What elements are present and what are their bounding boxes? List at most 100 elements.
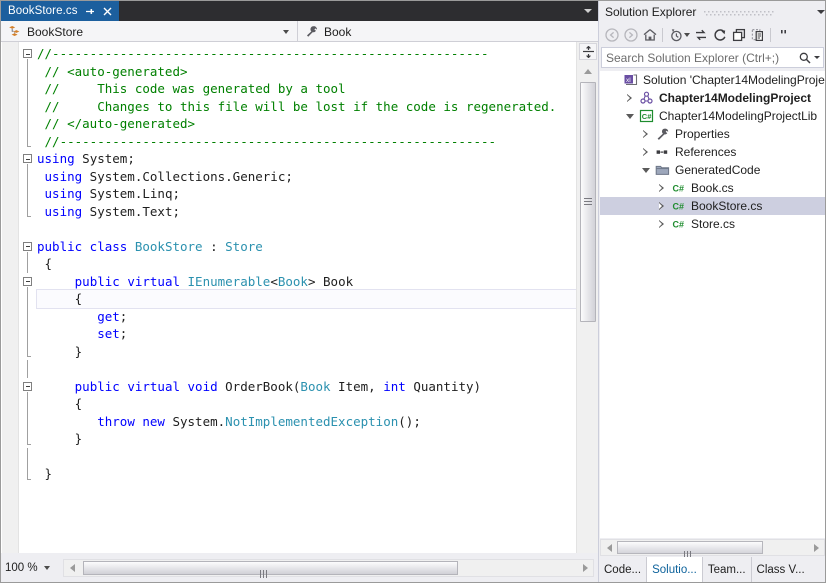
triangle-left-icon xyxy=(606,543,612,552)
tree-item-chapter14modelingproject[interactable]: Chapter14ModelingProject xyxy=(600,89,825,107)
chevron-down-icon[interactable] xyxy=(684,32,690,37)
panel-tab-classv[interactable]: Class V... xyxy=(752,557,810,582)
chevron-right-icon[interactable] xyxy=(654,198,670,214)
code-line[interactable]: // Changes to this file will be lost if … xyxy=(37,98,577,116)
scrollbar-grip xyxy=(584,198,592,205)
code-line[interactable]: // This code was generated by a tool xyxy=(37,80,577,98)
editor-horizontal-scrollbar[interactable] xyxy=(63,558,594,578)
code-line[interactable]: //--------------------------------------… xyxy=(37,133,577,151)
navbar-member-dropdown[interactable]: Book xyxy=(298,21,596,42)
tree-item-chapter14modelingprojectlib[interactable]: C# Chapter14ModelingProjectLib xyxy=(600,107,825,125)
visual-studio-window: BookStore.cs BookStore Book //----------… xyxy=(0,0,826,583)
csharp-project-icon: C# xyxy=(638,108,655,124)
chevron-right-icon[interactable] xyxy=(638,144,654,160)
panel-tab-solutio[interactable]: Solutio... xyxy=(647,557,703,582)
code-line[interactable]: public virtual void OrderBook(Book Item,… xyxy=(37,378,577,396)
outlining-collapse-box[interactable] xyxy=(23,381,32,391)
code-line[interactable] xyxy=(37,448,577,466)
code-line[interactable]: } xyxy=(37,430,577,448)
tree-item-book-cs[interactable]: C# Book.cs xyxy=(600,179,825,197)
search-options-button[interactable] xyxy=(797,49,821,67)
code-token: // Changes to this file will be lost if … xyxy=(37,98,557,114)
code-line[interactable]: // <auto-generated> xyxy=(37,63,577,81)
scroll-left-button[interactable] xyxy=(601,540,617,556)
code-line[interactable]: { xyxy=(37,395,577,413)
tree-item-solution-chapter14modelingproject[interactable]: xl Solution 'Chapter14ModelingProject xyxy=(600,71,825,89)
code-line[interactable]: set; xyxy=(37,325,577,343)
code-line[interactable]: using System.Text; xyxy=(37,203,577,221)
chevron-right-icon[interactable] xyxy=(654,180,670,196)
tree-item-references[interactable]: References xyxy=(600,143,825,161)
chevron-down-icon[interactable] xyxy=(638,162,654,178)
scroll-right-button[interactable] xyxy=(808,540,824,556)
solution-explorer-tree[interactable]: xl Solution 'Chapter14ModelingProject Chap… xyxy=(600,71,825,538)
code-line[interactable]: public virtual IEnumerable<Book> Book xyxy=(37,273,577,291)
close-icon[interactable] xyxy=(101,5,114,18)
panel-drag-handle[interactable] xyxy=(704,7,804,17)
show-all-files-button[interactable] xyxy=(748,25,767,44)
code-token: } xyxy=(37,343,83,359)
chevron-right-icon[interactable] xyxy=(654,216,670,232)
search-input[interactable] xyxy=(606,50,797,65)
code-line[interactable]: // </auto-generated> xyxy=(37,115,577,133)
outlining-collapse-box[interactable] xyxy=(23,49,32,58)
code-line[interactable]: using System.Linq; xyxy=(37,185,577,203)
document-tab-bookstore-cs[interactable]: BookStore.cs xyxy=(1,1,119,21)
navigate-back-button[interactable] xyxy=(602,25,621,44)
editor-outlining-margin[interactable] xyxy=(20,42,37,553)
code-line[interactable]: } xyxy=(37,343,577,361)
code-line[interactable]: get; xyxy=(37,308,577,326)
zoom-level-dropdown[interactable]: 100 % xyxy=(1,558,61,578)
tab-list-dropdown-button[interactable] xyxy=(578,1,598,21)
editor-status-row: 100 % xyxy=(1,553,598,582)
chevron-down-icon[interactable] xyxy=(622,108,638,124)
scroll-right-button[interactable] xyxy=(577,560,593,576)
code-line[interactable]: public class BookStore : Store xyxy=(37,238,577,256)
pending-changes-filter-button[interactable] xyxy=(666,25,685,44)
tree-item-bookstore-cs[interactable]: C# BookStore.cs xyxy=(600,197,825,215)
search-solution-explorer-box[interactable] xyxy=(601,47,824,68)
solution-explorer-horizontal-scrollbar[interactable] xyxy=(600,539,825,558)
code-line[interactable]: using System.Collections.Generic; xyxy=(37,168,577,186)
code-line[interactable]: { xyxy=(36,289,578,309)
split-window-icon[interactable] xyxy=(579,43,597,60)
code-line[interactable] xyxy=(37,220,577,238)
chevron-right-icon[interactable] xyxy=(622,90,638,106)
tree-item-store-cs[interactable]: C# Store.cs xyxy=(600,215,825,233)
navbar-type-dropdown[interactable]: BookStore xyxy=(1,21,298,42)
chevron-right-icon[interactable] xyxy=(638,126,654,142)
code-text-content[interactable]: //--------------------------------------… xyxy=(36,45,578,483)
code-line[interactable]: { xyxy=(37,255,577,273)
panel-menu-button[interactable] xyxy=(812,3,826,21)
editor-indicator-margin xyxy=(2,42,19,553)
editor-vertical-scrollbar[interactable] xyxy=(576,42,598,553)
toolbar-overflow-button[interactable] xyxy=(774,25,793,44)
code-line[interactable] xyxy=(37,360,577,378)
svg-text:C#: C# xyxy=(642,112,652,121)
horizontal-scrollbar-thumb[interactable] xyxy=(617,541,763,558)
collapse-all-button[interactable] xyxy=(729,25,748,44)
vertical-scrollbar-thumb[interactable] xyxy=(580,82,596,322)
tree-item-properties[interactable]: Properties xyxy=(600,125,825,143)
code-line[interactable]: } xyxy=(37,465,577,483)
scroll-left-button[interactable] xyxy=(64,560,80,576)
pin-icon[interactable] xyxy=(83,5,96,18)
tree-item-generatedcode[interactable]: GeneratedCode xyxy=(600,161,825,179)
home-button[interactable] xyxy=(640,25,659,44)
code-line[interactable]: throw new System.NotImplementedException… xyxy=(37,413,577,431)
outlining-collapse-box[interactable] xyxy=(23,154,32,163)
code-editor-surface[interactable]: //--------------------------------------… xyxy=(1,42,598,553)
panel-tab-label: Code... xyxy=(604,563,642,576)
navigate-forward-button[interactable] xyxy=(621,25,640,44)
sync-with-active-document-button[interactable] xyxy=(691,25,710,44)
outlining-collapse-box[interactable] xyxy=(23,241,32,251)
panel-tab-team[interactable]: Team... xyxy=(703,557,752,582)
refresh-button[interactable] xyxy=(710,25,729,44)
panel-tab-code[interactable]: Code... xyxy=(599,557,648,582)
horizontal-scrollbar-thumb[interactable] xyxy=(83,560,458,578)
code-line[interactable]: using System; xyxy=(37,150,577,168)
scroll-up-button[interactable] xyxy=(579,63,597,79)
outlining-collapse-box[interactable] xyxy=(23,276,32,286)
code-line[interactable]: //--------------------------------------… xyxy=(37,45,577,63)
